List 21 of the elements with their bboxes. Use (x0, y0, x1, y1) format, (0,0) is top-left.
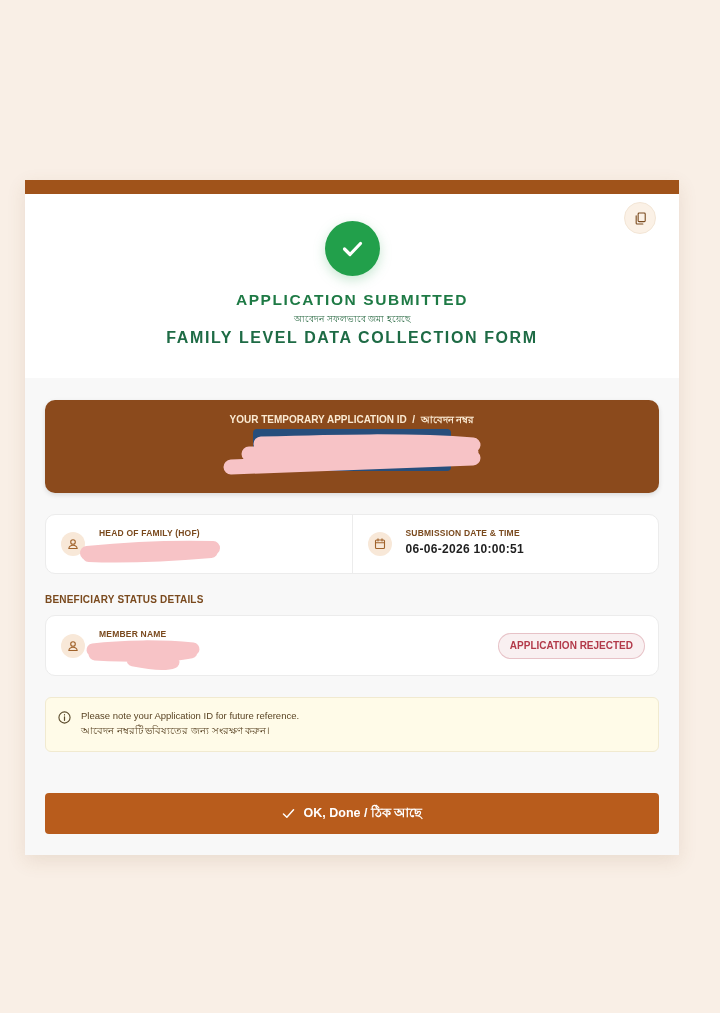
detail-value: 06-06-2026 10:00:51 (405, 542, 524, 557)
success-subtitle: আবেদন সফলভাবে জমা হয়েছে (294, 313, 410, 325)
success-title: APPLICATION SUBMITTED (235, 291, 469, 309)
person-icon (61, 532, 85, 556)
copy-icon (634, 211, 646, 225)
status-badge: APPLICATION REJECTED (497, 632, 645, 659)
check-icon (281, 808, 295, 819)
application-id-label: YOUR TEMPORARY APPLICATION ID / আবেদন নম্বর (229, 413, 475, 427)
calendar-icon (367, 532, 392, 556)
success-check-icon (324, 221, 380, 276)
notice-text: Please note your Application ID for future reference. (81, 710, 300, 722)
member-name-label: MEMBER NAME (99, 629, 167, 640)
copy-button[interactable] (624, 202, 656, 234)
detail-label: SUBMISSION DATE & TIME (405, 528, 520, 539)
notice-text: আবেদন নম্বরটি ভবিষ্যতের জন্য সংরক্ষণ করুন। (81, 725, 271, 737)
info-icon (58, 711, 71, 724)
person-icon (61, 633, 85, 658)
detail-label: HEAD OF FAMILY (HOF) (99, 528, 200, 539)
form-name: FAMILY LEVEL DATA COLLECTION FORM (166, 328, 538, 348)
section-heading: BENEFICIARY STATUS DETAILS (45, 594, 204, 606)
done-button[interactable]: OK, Done / ঠিক আছে (45, 793, 659, 834)
